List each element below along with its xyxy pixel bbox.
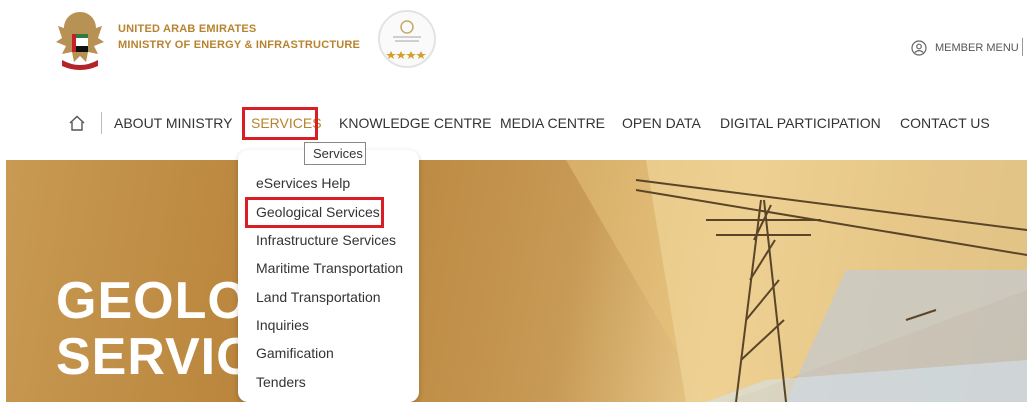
- org-line-2: MINISTRY OF ENERGY & INFRASTRUCTURE: [118, 39, 361, 51]
- dropdown-item-maritime-transportation[interactable]: Maritime Transportation: [256, 260, 403, 276]
- services-dropdown: eServices Help Geological Services Infra…: [238, 150, 419, 402]
- ministry-name[interactable]: UNITED ARAB EMIRATES MINISTRY OF ENERGY …: [118, 21, 360, 53]
- nav-open-data[interactable]: OPEN DATA: [622, 115, 701, 131]
- user-circle-icon: [911, 40, 927, 56]
- nav-media-centre[interactable]: MEDIA CENTRE: [500, 115, 605, 131]
- nav-divider: [101, 112, 102, 134]
- hero-title: GEOLO SERVIC: [56, 273, 255, 385]
- dropdown-item-land-transportation[interactable]: Land Transportation: [256, 289, 381, 305]
- dropdown-item-inquiries[interactable]: Inquiries: [256, 317, 309, 333]
- dropdown-item-eservices-help[interactable]: eServices Help: [256, 175, 350, 191]
- geological-services-highlight-box: [245, 197, 384, 228]
- site-header: UNITED ARAB EMIRATES MINISTRY OF ENERGY …: [0, 0, 1027, 95]
- nav-digital-participation[interactable]: DIGITAL PARTICIPATION: [720, 115, 881, 131]
- dropdown-item-tenders[interactable]: Tenders: [256, 374, 306, 390]
- services-highlight-box: [242, 107, 318, 140]
- hero-title-line-1: GEOLO: [56, 272, 249, 330]
- hero-title-line-2: SERVIC: [56, 328, 255, 386]
- member-menu-label: MEMBER MENU: [935, 42, 1019, 54]
- nav-knowledge-centre[interactable]: KNOWLEDGE CENTRE: [339, 115, 491, 131]
- home-icon[interactable]: [68, 114, 86, 132]
- member-menu[interactable]: MEMBER MENU: [911, 38, 1023, 56]
- org-line-1: UNITED ARAB EMIRATES: [118, 23, 257, 35]
- uae-emblem-logo[interactable]: [52, 8, 108, 72]
- dropdown-item-gamification[interactable]: Gamification: [256, 345, 334, 361]
- star-rating-badge: [378, 10, 436, 68]
- main-navigation: ABOUT MINISTRY SERVICES KNOWLEDGE CENTRE…: [0, 108, 1027, 142]
- header-divider: [1022, 38, 1023, 56]
- hero-banner: GEOLO SERVIC: [6, 160, 1027, 402]
- services-tooltip: Services: [304, 142, 366, 165]
- nav-contact-us[interactable]: CONTACT US: [900, 115, 990, 131]
- dropdown-item-infrastructure-services[interactable]: Infrastructure Services: [256, 232, 396, 248]
- nav-about-ministry[interactable]: ABOUT MINISTRY: [114, 115, 233, 131]
